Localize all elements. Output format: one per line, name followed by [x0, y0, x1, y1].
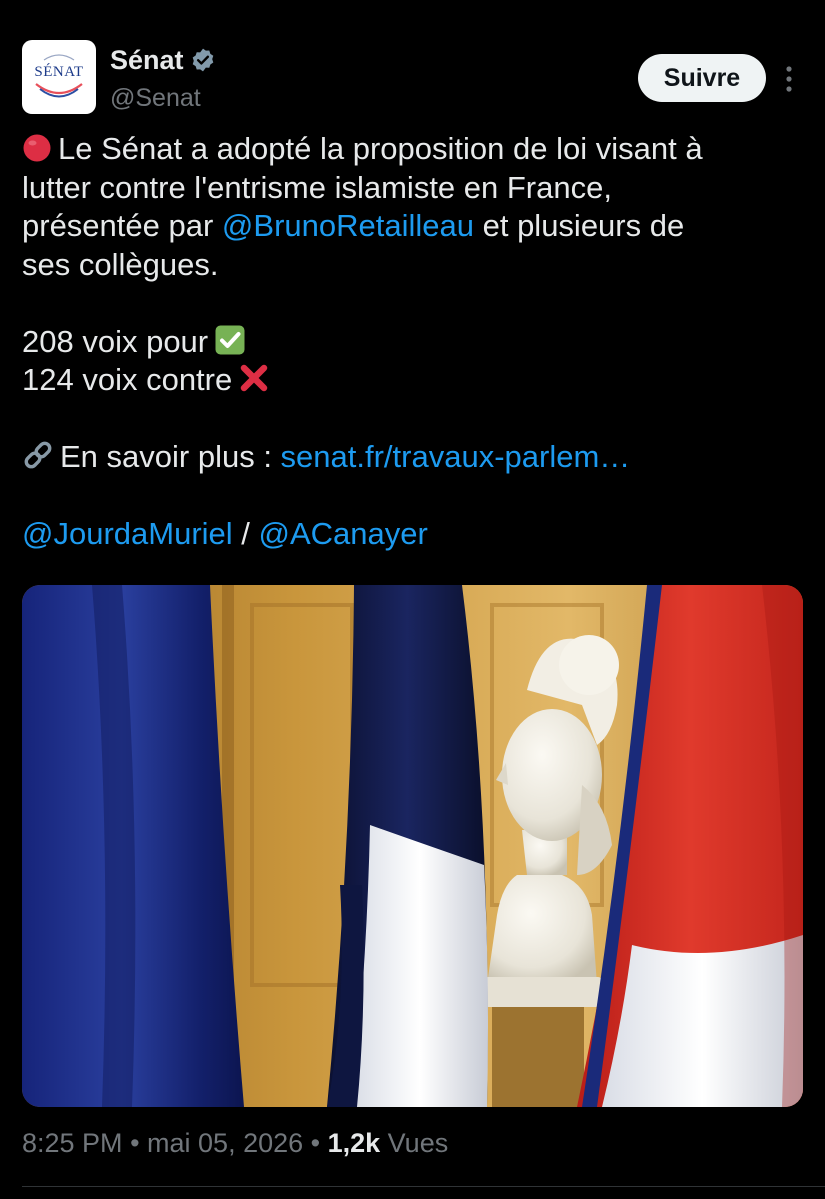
account-name-row[interactable]: Sénat: [110, 40, 216, 80]
check-mark-button-icon: [215, 325, 245, 354]
votes-against-text: 124 voix contre: [22, 362, 233, 397]
tweet-line-1-text: Le Sénat a adopté la proposition de loi …: [58, 131, 703, 166]
tweet: SÉNAT Sénat @Senat Suivre Le Sénat a ado…: [0, 0, 825, 1199]
verified-badge-icon: [192, 48, 213, 72]
avatar[interactable]: SÉNAT: [22, 40, 96, 114]
display-name[interactable]: Sénat: [110, 45, 184, 76]
tweet-line-2: lutter contre l'entrisme islamiste en Fr…: [22, 169, 612, 205]
tweet-meta: 8:25 PM • mai 05, 2026 • 1,2k Vues: [22, 1128, 448, 1159]
post-time[interactable]: 8:25 PM: [22, 1128, 123, 1158]
red-circle-icon: [23, 134, 51, 162]
tweet-media-photo[interactable]: [22, 585, 803, 1107]
cross-mark-icon: [240, 364, 268, 392]
votes-against-line: 124 voix contre: [22, 361, 812, 400]
tweet-line-3: présentée par @BrunoRetailleau et plusie…: [22, 207, 812, 246]
meta-separator: •: [303, 1128, 328, 1158]
learn-more-label: En savoir plus :: [60, 439, 281, 474]
tweet-text: Le Sénat a adopté la proposition de loi …: [22, 130, 812, 554]
meta-separator: •: [122, 1128, 148, 1158]
mention-separator: /: [232, 516, 259, 551]
tweet-line-4: ses collègues.: [22, 246, 219, 282]
tweet-line-3-prefix: présentée par: [22, 208, 222, 243]
post-date[interactable]: mai 05, 2026: [147, 1128, 303, 1158]
votes-for-line: 208 voix pour: [22, 323, 812, 362]
learn-more-line: En savoir plus : senat.fr/travaux-parlem…: [22, 438, 812, 477]
views-count[interactable]: 1,2k: [328, 1128, 381, 1158]
mention-jourda-muriel[interactable]: @JourdaMuriel: [22, 516, 233, 551]
votes-for-text: 208 voix pour: [22, 323, 209, 359]
mentions-line: @JourdaMuriel / @ACanayer: [22, 515, 812, 554]
account-handle[interactable]: @Senat: [110, 84, 201, 113]
link-icon: [24, 441, 52, 469]
divider: [22, 1186, 825, 1187]
follow-button[interactable]: Suivre: [638, 54, 766, 102]
senat-link[interactable]: senat.fr/travaux-parlem…: [281, 439, 631, 474]
views-label: Vues: [380, 1128, 449, 1158]
avatar-logo-text: SÉNAT: [34, 64, 84, 80]
more-vertical-icon[interactable]: [778, 62, 800, 96]
tweet-line-3-suffix: et plusieurs de: [473, 208, 685, 243]
photo-flags-and-marianne-bust: [22, 585, 803, 1107]
mention-acanayer[interactable]: @ACanayer: [259, 516, 428, 551]
mention-bruno-retailleau[interactable]: @BrunoRetailleau: [222, 208, 474, 243]
tweet-line-1: Le Sénat a adopté la proposition de loi …: [22, 130, 812, 169]
